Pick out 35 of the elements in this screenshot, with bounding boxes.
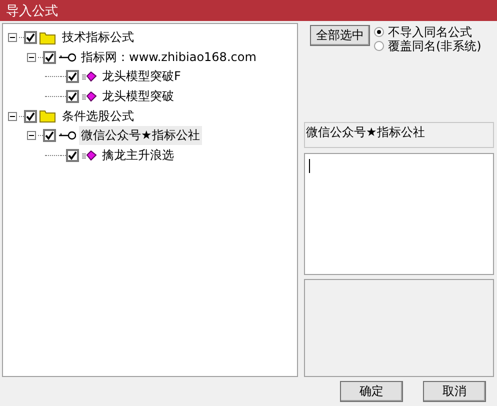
radio-label: 覆盖同名(非系统) xyxy=(388,38,482,54)
checkbox[interactable] xyxy=(43,50,56,64)
folder-icon xyxy=(39,109,56,124)
tree-item[interactable]: 龙头模型突破 xyxy=(100,87,176,106)
radio-button[interactable] xyxy=(374,41,384,51)
key-icon xyxy=(58,131,76,140)
key-icon xyxy=(58,52,76,62)
collapse-icon[interactable] xyxy=(27,131,36,140)
tree-item[interactable]: 擒龙主升浪选 xyxy=(100,146,176,165)
tree-item[interactable]: 条件选股公式 xyxy=(60,106,136,126)
gem-icon xyxy=(81,150,97,161)
checkbox[interactable] xyxy=(24,31,37,44)
tree-item[interactable]: 技术指标公式 xyxy=(60,28,136,48)
window-title: 导入公式 xyxy=(0,0,497,21)
checkbox[interactable] xyxy=(66,70,79,84)
folder-icon xyxy=(39,30,56,45)
radio-button[interactable] xyxy=(374,27,384,37)
checkbox[interactable] xyxy=(66,90,79,104)
collapse-icon[interactable] xyxy=(27,52,36,62)
tree-item[interactable]: 微信公众号★指标公社 xyxy=(79,126,202,146)
collapse-icon[interactable] xyxy=(8,112,17,121)
ok-button[interactable]: 确定 xyxy=(340,381,403,402)
gem-icon xyxy=(81,71,97,82)
tree-item[interactable]: 龙头模型突破F xyxy=(100,67,183,86)
collapse-icon[interactable] xyxy=(8,33,17,42)
tree-item[interactable]: 指标网：www.zhibiao168.com xyxy=(79,48,258,67)
checkbox[interactable] xyxy=(24,110,37,123)
text-area[interactable] xyxy=(304,153,494,275)
select-all-button[interactable]: 全部选中 xyxy=(310,25,370,46)
formula-name-label: 微信公众号★指标公社 xyxy=(304,122,494,148)
checkbox[interactable] xyxy=(66,148,79,162)
checkbox[interactable] xyxy=(43,129,56,142)
radio-label: 不导入同名公式 xyxy=(388,24,472,40)
gem-icon xyxy=(81,91,97,102)
cancel-button[interactable]: 取消 xyxy=(423,381,486,402)
